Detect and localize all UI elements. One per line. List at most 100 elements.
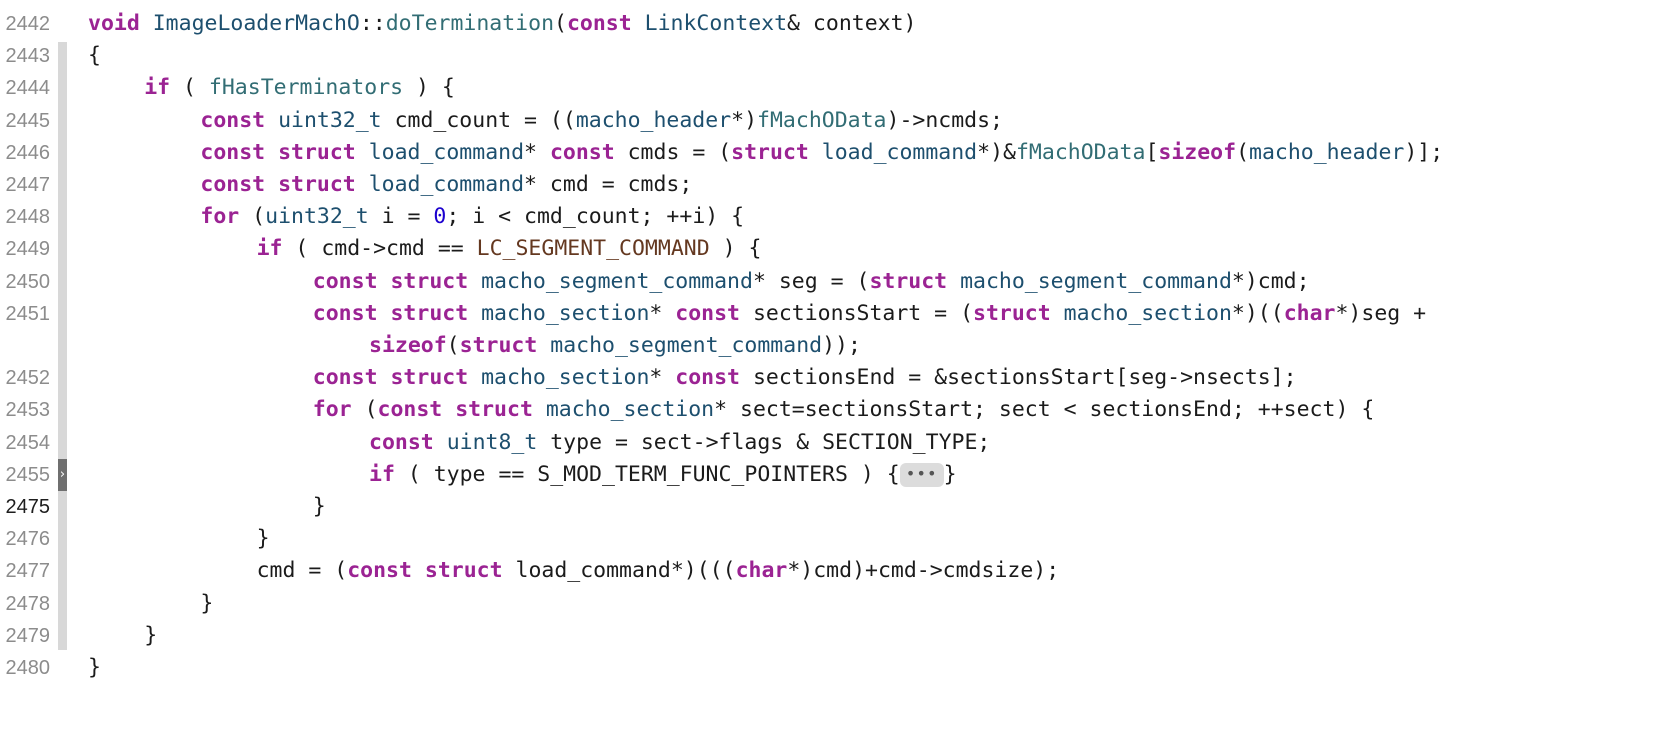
line-number[interactable]: 2444 bbox=[0, 72, 51, 104]
code-token: struct bbox=[278, 139, 356, 165]
code-token: ( bbox=[554, 11, 567, 36]
line-number[interactable]: 2475 bbox=[0, 491, 51, 523]
code-line[interactable]: if ( cmd->cmd == LC_SEGMENT_COMMAND ) { bbox=[257, 233, 762, 265]
code-token: } bbox=[88, 655, 101, 680]
fold-chevron-icon[interactable]: › bbox=[58, 458, 67, 491]
code-token: LinkContext bbox=[644, 11, 788, 36]
line-number[interactable]: 2476 bbox=[0, 523, 51, 555]
code-token: uint32_t bbox=[265, 204, 369, 230]
code-token: const bbox=[200, 107, 266, 133]
code-token: ( cmd->cmd == bbox=[282, 236, 477, 262]
code-token: const bbox=[675, 300, 741, 326]
code-token: load_command*)((( bbox=[502, 558, 736, 584]
code-line[interactable]: } bbox=[88, 652, 101, 684]
code-token: const bbox=[200, 139, 266, 165]
line-number[interactable]: 2446 bbox=[0, 137, 51, 169]
line-number[interactable]: 2478 bbox=[0, 588, 51, 620]
code-token: ImageLoaderMachO bbox=[152, 11, 360, 36]
code-token: ( type == S_MOD_TERM_FUNC_POINTERS ) { bbox=[394, 461, 900, 487]
code-token: struct bbox=[455, 397, 533, 423]
code-token: const bbox=[312, 268, 378, 294]
code-token: const bbox=[369, 429, 434, 455]
code-line[interactable]: const uint8_t type = sect->flags & SECTI… bbox=[369, 427, 990, 459]
code-editor[interactable]: › 2442 void ImageLoaderMachO::doTerminati… bbox=[0, 0, 1656, 734]
line-number[interactable]: 2450 bbox=[0, 266, 51, 298]
code-line[interactable]: const struct macho_section* const sectio… bbox=[313, 362, 1297, 394]
code-token: } bbox=[144, 622, 158, 648]
code-line[interactable]: } bbox=[313, 491, 326, 523]
code-token: sizeof bbox=[1158, 139, 1237, 165]
line-number[interactable]: 2442 bbox=[0, 8, 51, 40]
line-number[interactable]: 2447 bbox=[0, 169, 51, 201]
code-token: sectionsEnd = &sectionsStart[seg->nsects… bbox=[740, 365, 1297, 391]
code-line[interactable]: const struct load_command* cmd = cmds; bbox=[200, 169, 692, 201]
code-line[interactable]: for (uint32_t i = 0; i < cmd_count; ++i)… bbox=[200, 201, 744, 233]
code-line[interactable]: if ( fHasTerminators ) { bbox=[144, 72, 455, 104]
code-line[interactable]: } bbox=[200, 588, 213, 620]
line-number[interactable]: 2449 bbox=[0, 233, 51, 265]
code-line[interactable]: sizeof(struct macho_segment_command)); bbox=[369, 330, 861, 362]
code-token: macho_section bbox=[545, 397, 715, 423]
line-number[interactable]: 2443 bbox=[0, 40, 51, 72]
code-line[interactable]: const struct macho_section* const sectio… bbox=[313, 298, 1426, 330]
folded-code-ellipsis-button[interactable]: ••• bbox=[899, 462, 944, 487]
code-line[interactable]: cmd = (const struct load_command*)(((cha… bbox=[257, 555, 1060, 587]
code-token: uint32_t bbox=[278, 107, 382, 133]
line-number[interactable] bbox=[0, 330, 50, 362]
code-token: const bbox=[675, 365, 741, 391]
line-number[interactable]: 2480 bbox=[0, 652, 51, 684]
code-token: const bbox=[312, 300, 378, 326]
code-token: * seg = ( bbox=[752, 268, 870, 294]
code-line[interactable]: const struct load_command* const cmds = … bbox=[200, 137, 1443, 169]
code-line[interactable]: } bbox=[144, 620, 157, 652]
line-number[interactable]: 2477 bbox=[0, 555, 51, 587]
code-token: } bbox=[200, 590, 214, 616]
code-token: :: bbox=[359, 11, 386, 36]
code-line[interactable]: for (const struct macho_section* sect=se… bbox=[313, 394, 1374, 426]
code-token: for bbox=[200, 204, 240, 230]
line-number[interactable]: 2445 bbox=[0, 105, 51, 137]
line-number[interactable]: 2448 bbox=[0, 201, 51, 233]
code-token: macho_segment_command bbox=[481, 268, 753, 294]
code-line[interactable]: const uint32_t cmd_count = ((macho_heade… bbox=[200, 105, 1003, 137]
code-token: void bbox=[88, 11, 140, 36]
code-token: } bbox=[312, 494, 326, 519]
code-token: sectionsStart = ( bbox=[740, 300, 974, 326]
code-token: ( bbox=[239, 204, 266, 230]
code-token: *)(( bbox=[1231, 300, 1284, 326]
line-number[interactable]: 2453 bbox=[0, 394, 51, 426]
line-number[interactable]: 2479 bbox=[0, 620, 51, 652]
code-token: ( bbox=[446, 333, 460, 358]
code-line[interactable]: { bbox=[88, 40, 101, 72]
code-line[interactable]: if ( type == S_MOD_TERM_FUNC_POINTERS ) … bbox=[369, 459, 957, 491]
code-line[interactable]: const struct macho_segment_command* seg … bbox=[313, 266, 1310, 298]
code-token: struct bbox=[278, 172, 356, 197]
code-token: for bbox=[312, 397, 352, 423]
code-token: *)cmd)+cmd->cmdsize); bbox=[787, 558, 1060, 584]
code-line[interactable]: } bbox=[257, 523, 270, 555]
code-token: )]; bbox=[1404, 139, 1444, 165]
code-token: cmds = ( bbox=[614, 139, 732, 165]
line-number[interactable]: 2454 bbox=[0, 427, 51, 459]
code-token: if bbox=[256, 236, 283, 262]
line-number[interactable]: 2451 bbox=[0, 298, 51, 330]
code-token: )->ncmds; bbox=[886, 107, 1004, 133]
fold-ribbon-segment[interactable] bbox=[58, 42, 67, 650]
code-token: struct bbox=[390, 268, 469, 294]
line-number[interactable]: 2455 bbox=[0, 459, 51, 491]
code-token: macho_section bbox=[481, 300, 650, 326]
line-number[interactable]: 2452 bbox=[0, 362, 51, 394]
code-token: const bbox=[347, 558, 412, 584]
code-token: char bbox=[735, 558, 788, 584]
code-line[interactable]: void ImageLoaderMachO::doTermination(con… bbox=[88, 8, 917, 40]
code-token: [ bbox=[1145, 139, 1159, 165]
code-token: load_command bbox=[368, 172, 525, 197]
code-token: macho_header bbox=[575, 107, 732, 133]
